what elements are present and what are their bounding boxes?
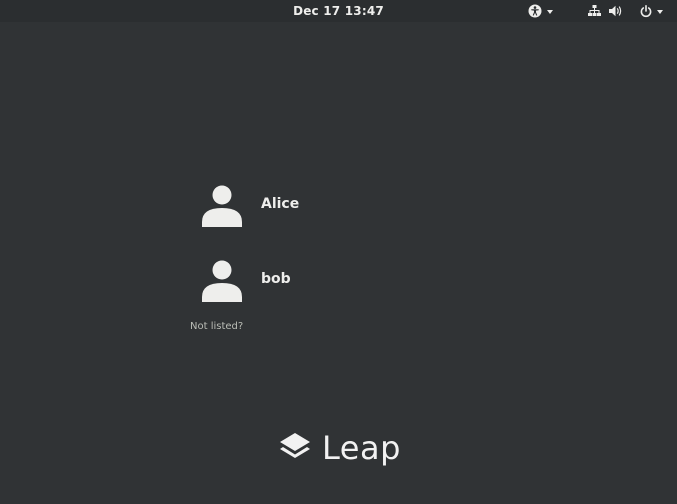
volume-icon	[609, 5, 623, 17]
clock[interactable]: Dec 17 13:47	[0, 0, 677, 22]
system-status-menu-button[interactable]	[588, 0, 663, 22]
chevron-down-icon	[547, 9, 553, 14]
not-listed-link[interactable]: Not listed?	[190, 321, 243, 332]
leap-logo-icon	[278, 431, 312, 465]
user-avatar-icon	[196, 178, 248, 230]
login-screen: Dec 17 13:47 Alice bob Not listed? Leap	[0, 0, 677, 504]
power-icon	[640, 4, 652, 18]
distro-logo: Leap	[278, 425, 401, 471]
user-avatar-icon	[196, 253, 248, 305]
network-wired-icon	[588, 5, 601, 17]
accessibility-icon	[528, 4, 542, 18]
user-name-label: bob	[261, 271, 291, 287]
user-list-item-bob[interactable]: bob	[196, 251, 396, 307]
accessibility-menu-button[interactable]	[528, 0, 553, 22]
chevron-down-icon	[657, 9, 663, 14]
user-list-item-alice[interactable]: Alice	[196, 176, 396, 232]
user-name-label: Alice	[261, 196, 300, 212]
logo-text: Leap	[322, 429, 401, 467]
top-bar: Dec 17 13:47	[0, 0, 677, 22]
